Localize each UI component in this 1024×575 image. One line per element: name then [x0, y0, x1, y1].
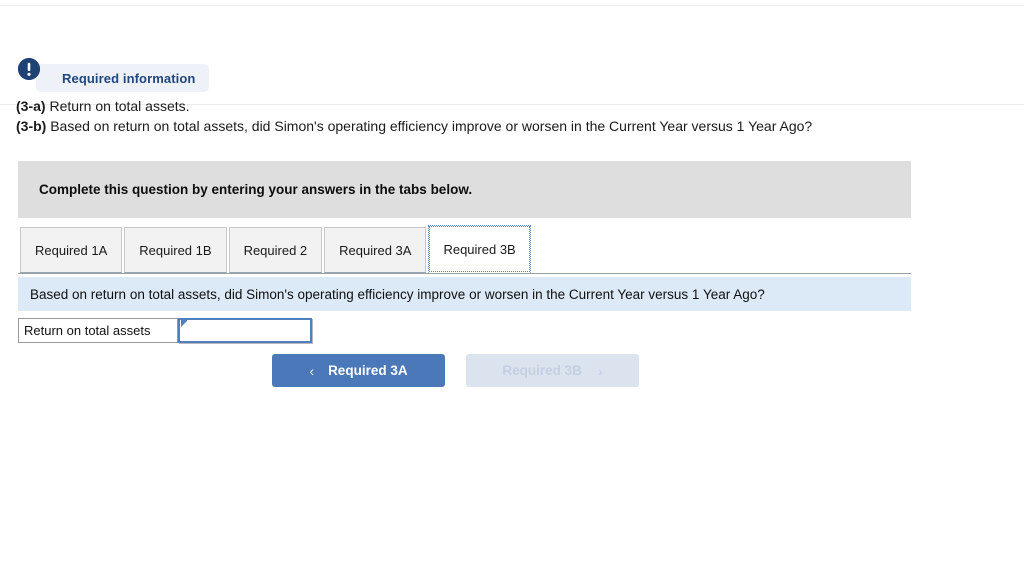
tab-label: Required 2	[243, 242, 308, 258]
required-information-pill: Required information	[36, 64, 210, 92]
question-3a-text: Return on total assets.	[45, 100, 190, 114]
tab-required-2[interactable]: Required 2	[228, 227, 323, 273]
question-prompt-block: (3-a) Return on total assets. (3-b) Base…	[16, 100, 1016, 140]
instruction-text: Complete this question by entering your …	[39, 182, 473, 197]
tab-required-3a[interactable]: Required 3A	[324, 227, 427, 273]
chevron-right-icon: ›	[597, 362, 603, 379]
tab-required-3b[interactable]: Required 3B	[428, 225, 531, 273]
tab-required-1a[interactable]: Required 1A	[20, 227, 123, 273]
answer-row-label: Return on total assets	[18, 318, 178, 343]
return-on-total-assets-input[interactable]	[180, 320, 310, 341]
cell-marker-icon	[181, 318, 187, 327]
question-line-3b: (3-b) Based on return on total assets, d…	[16, 116, 1016, 136]
next-required-3b-button: Required 3B ›	[466, 354, 639, 387]
navigation-buttons: ‹ Required 3A Required 3B ›	[272, 354, 639, 387]
chevron-left-icon: ‹	[309, 362, 315, 379]
answer-input-cell[interactable]	[178, 318, 312, 343]
tab-label: Required 3A	[339, 242, 412, 258]
tab-label: Required 1A	[35, 242, 108, 258]
previous-button-label: Required 3A	[328, 363, 408, 378]
exclamation-circle-icon	[18, 58, 40, 80]
tab-label: Required 1B	[139, 242, 212, 258]
tab-strip: Required 1A Required 1B Required 2 Requi…	[18, 225, 911, 274]
tab-strip-underline	[18, 273, 911, 274]
question-3a-prefix: (3-a)	[16, 100, 46, 114]
tab-list: Required 1A Required 1B Required 2 Requi…	[20, 225, 533, 273]
answer-row: Return on total assets	[18, 318, 312, 343]
tab-required-1b[interactable]: Required 1B	[124, 227, 227, 273]
question-bar-text: Based on return on total assets, did Sim…	[30, 286, 765, 302]
top-divider	[0, 5, 1024, 6]
previous-required-3a-button[interactable]: ‹ Required 3A	[272, 354, 445, 387]
question-3b-prefix: (3-b)	[16, 118, 47, 134]
next-button-label: Required 3B	[502, 363, 582, 378]
question-bar: Based on return on total assets, did Sim…	[18, 277, 911, 311]
tab-label: Required 3B	[443, 241, 516, 257]
instruction-panel: Complete this question by entering your …	[18, 161, 911, 218]
required-information-label: Required information	[62, 70, 196, 86]
question-line-3a: (3-a) Return on total assets.	[16, 100, 1016, 116]
question-3b-text: Based on return on total assets, did Sim…	[46, 118, 813, 134]
